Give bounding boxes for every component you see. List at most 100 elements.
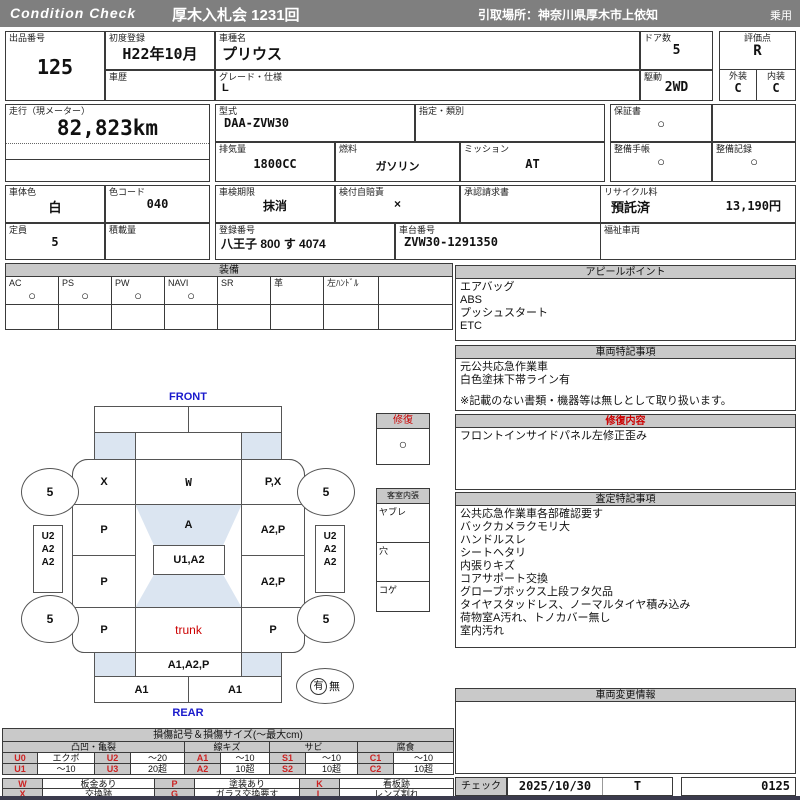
left-sill-cell: U2 A2 A2 — [33, 525, 63, 593]
check-label: チェック — [455, 777, 507, 796]
change-info-list — [455, 702, 796, 774]
lot-number-value: 125 — [36, 55, 74, 79]
mileage-spacer-row — [6, 144, 209, 160]
warranty-label: 保証書 — [614, 106, 642, 116]
right-sill-cell: U2 A2 A2 — [315, 525, 345, 593]
equipment-empty-cell — [323, 304, 379, 330]
vehicle-note-item: 元公共応急作業車 — [460, 361, 548, 373]
equipment-cell-pw: PW ○ — [111, 276, 165, 305]
maintenance-book-label: 整備手帳 — [614, 144, 651, 154]
displacement-value: 1800CC — [253, 157, 297, 171]
cabin-row-hole: 穴 — [377, 543, 429, 582]
left-fender-cell: X — [72, 459, 136, 505]
assessment-item: 内張りキズ — [460, 560, 515, 572]
roof-cell: U1,A2 — [153, 545, 225, 575]
header-bar: Condition Check 厚木入札会 1231回 引取場所：神奈川県厚木市… — [0, 0, 800, 27]
mileage-value: 82,823km — [6, 116, 209, 144]
load-capacity-label: 積載量 — [109, 225, 137, 235]
appeal-list: エアバッグ ABS プッシュスタート ETC — [455, 279, 796, 341]
insurance-value: × — [393, 197, 401, 211]
load-capacity-cell: 積載量 — [105, 223, 210, 260]
spare-has-mark: 有 — [310, 677, 327, 695]
model-name-label: 車種名 — [219, 33, 247, 43]
right-quarter-cell: P — [241, 607, 305, 653]
doors-cell: ドア数 5 — [640, 31, 713, 70]
mileage-cell: 走行（現メーター） 82,823km — [5, 104, 210, 182]
transmission-cell: ミッション AT — [460, 142, 605, 182]
rear-bumper-left-cell: A1 — [94, 676, 189, 703]
check-date: 2025/10/30 — [508, 778, 603, 795]
right-front-door-cell: A2,P — [241, 504, 305, 556]
warranty-value: ○ — [657, 116, 665, 131]
trunk-cell: trunk — [135, 607, 242, 653]
equipment-value: ○ — [81, 288, 89, 303]
capacity-value: 5 — [51, 235, 59, 249]
warranty-cell: 保証書 ○ — [610, 104, 712, 142]
capacity-label: 定員 — [9, 225, 28, 235]
model-name-value: プリウス — [222, 46, 283, 63]
equipment-label: PW — [115, 278, 130, 288]
maintenance-book-cell: 整備手帳 ○ — [610, 142, 712, 182]
cabin-lining-box: 客室内張 ヤブレ 穴 コゲ — [376, 488, 430, 612]
appeal-item: プッシュスタート — [460, 307, 548, 319]
equipment-cell-leather: 革 — [270, 276, 324, 305]
equipment-empty-cell — [378, 304, 453, 330]
pickup-location: 引取場所：神奈川県厚木市上依知 — [478, 8, 659, 22]
equipment-cell-ps: PS ○ — [58, 276, 112, 305]
capacity-cell: 定員 5 — [5, 223, 105, 260]
registration-number-label: 登録番号 — [219, 225, 256, 235]
rear-panel-cell: A1,A2,P — [135, 652, 242, 677]
registration-number-cell: 登録番号 八王子 800 す 4074 — [215, 223, 395, 260]
model-code-cell: 型式 DAA-ZVW30 — [215, 104, 415, 142]
recycle-fee-cell: リサイクル料 預託済 13,190円 — [600, 185, 796, 223]
sill-mark: U2 — [41, 531, 55, 542]
equipment-value: ○ — [28, 288, 36, 303]
diagram-front-label: FRONT — [169, 391, 207, 403]
cabin-row-tear: ヤブレ — [377, 504, 429, 543]
doors-label: ドア数 — [644, 33, 672, 43]
assessment-item: シートヘタリ — [460, 547, 526, 559]
assessment-item: 公共応急作業車各部確認要す — [460, 508, 603, 520]
hood-cell: W — [135, 459, 242, 505]
equipment-label: SR — [221, 278, 234, 288]
displacement-label: 排気量 — [219, 144, 247, 154]
notes-disclaimer: ※記載のない書類・機器等は無しとして取り扱います。 — [460, 395, 732, 407]
assessment-item: ハンドルスレ — [460, 534, 526, 546]
vehicle-note-item: 白色塗抹下帯ライン有 — [460, 374, 570, 386]
assessment-item: コアサポート交換 — [460, 573, 548, 585]
equipment-label: AC — [9, 278, 22, 288]
equipment-empty-cell — [270, 304, 324, 330]
maintenance-book-value: ○ — [657, 154, 665, 169]
check-date-box: 2025/10/30 T — [507, 777, 673, 796]
equipment-label: PS — [62, 278, 75, 288]
mileage-label: 走行（現メーター） — [9, 106, 91, 116]
bottom-edge-bar — [0, 796, 800, 800]
repair-flag-value: ○ — [398, 436, 408, 452]
doors-value: 5 — [672, 43, 681, 58]
equipment-cell-sr: SR — [217, 276, 271, 305]
exterior-grade-cell: 外装 C — [720, 70, 757, 100]
insurance-label: 検付自賠責 — [339, 187, 385, 197]
inspection-value: 抹消 — [262, 199, 287, 213]
sill-mark: A2 — [323, 544, 337, 555]
equipment-cell-extra — [378, 276, 453, 305]
assessment-item: 室内汚れ — [460, 625, 504, 637]
legend-value: 10超 — [394, 763, 454, 775]
equipment-empty-cell — [217, 304, 271, 330]
front-bumper-right-cell — [188, 406, 282, 433]
legend-code: C2 — [358, 763, 394, 775]
interior-grade-value: C — [772, 81, 780, 95]
insurance-cell: 検付自賠責 × — [335, 185, 460, 223]
right-rear-door-cell: A2,P — [241, 555, 305, 608]
tire-rear-left: 5 — [21, 595, 79, 643]
legend-value: 10超 — [306, 763, 358, 775]
legend-data-row: U1 ～10 U3 20超 A2 10超 S2 10超 C2 10超 — [2, 763, 454, 775]
assessment-title: 査定特記事項 — [455, 492, 796, 506]
rear-right-corner-cell — [241, 652, 282, 677]
welfare-vehicle-label: 福祉車両 — [604, 225, 641, 235]
body-color-label: 車体色 — [9, 187, 37, 197]
spare-tire-indicator: 有 無 — [296, 668, 354, 704]
color-code-label: 色コード — [109, 187, 146, 197]
interior-grade-label: 内装 — [766, 71, 785, 81]
change-info-title: 車両変更情報 — [455, 688, 796, 702]
